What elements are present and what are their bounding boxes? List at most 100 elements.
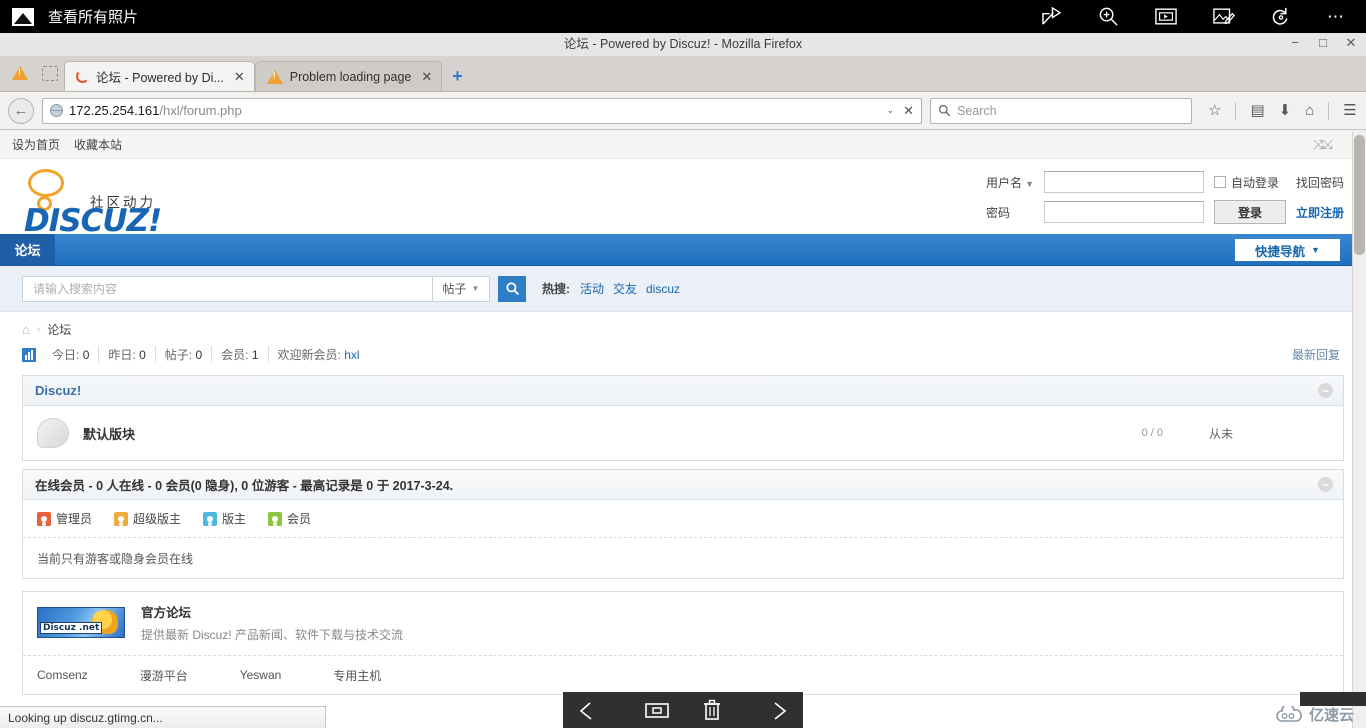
chevron-down-icon[interactable]: ▼ bbox=[1025, 179, 1034, 189]
previous-photo-button[interactable] bbox=[579, 700, 613, 720]
browser-search-input[interactable]: Search bbox=[930, 97, 1192, 124]
quick-navigation-button[interactable]: 快捷导航 ▼ bbox=[1235, 239, 1340, 261]
hot-search-label: 热搜: bbox=[542, 282, 570, 296]
latest-reply-link[interactable]: 最新回复 bbox=[1292, 346, 1340, 363]
promo-text: 官方论坛 提供最新 Discuz! 产品新闻、软件下载与技术交流 bbox=[141, 602, 403, 643]
site-search-row: 请输入搜索内容 帖子 ▼ 热搜: 活动 交友 discuz bbox=[0, 266, 1366, 312]
nav-tab-forum[interactable]: 论坛 bbox=[0, 234, 55, 265]
browser-status-bar: Looking up discuz.gtimg.cn... bbox=[0, 706, 326, 728]
online-title: 在线会员 - 0 人在线 - 0 会员(0 隐身), 0 位游客 - 最高记录是… bbox=[35, 479, 454, 493]
footer-link-comsenz[interactable]: Comsenz bbox=[37, 668, 88, 682]
stop-icon[interactable]: ✕ bbox=[900, 103, 917, 119]
legend-label: 管理员 bbox=[56, 512, 93, 526]
discuz-net-banner-icon: Discuz .net bbox=[37, 607, 125, 638]
next-photo-button[interactable] bbox=[753, 700, 787, 720]
close-icon[interactable]: ✕ bbox=[418, 69, 432, 85]
hot-link-jiaoyou[interactable]: 交友 bbox=[613, 280, 637, 297]
site-search-button[interactable] bbox=[498, 275, 526, 302]
tab-discuz[interactable]: 论坛 - Powered by Di... ✕ bbox=[64, 61, 255, 91]
close-window-button[interactable]: ✕ bbox=[1344, 36, 1358, 49]
window-title: 论坛 - Powered by Discuz! - Mozilla Firefo… bbox=[563, 36, 803, 51]
forum-board-row[interactable]: 默认版块 0 / 0 从未 bbox=[23, 406, 1343, 460]
search-type-select[interactable]: 帖子 ▼ bbox=[432, 275, 490, 302]
new-member-link[interactable]: hxl bbox=[344, 348, 359, 362]
zoom-in-icon[interactable] bbox=[1098, 6, 1119, 27]
chevron-down-icon: ▼ bbox=[471, 284, 480, 293]
home-icon[interactable]: ⌂ bbox=[22, 322, 30, 337]
tab-problem-loading[interactable]: Problem loading page ✕ bbox=[254, 61, 443, 91]
login-button[interactable]: 登录 bbox=[1213, 200, 1286, 224]
share-icon[interactable] bbox=[1041, 7, 1062, 26]
minimize-button[interactable]: − bbox=[1288, 36, 1302, 49]
rotate-icon[interactable] bbox=[1271, 6, 1291, 27]
page-scrollbar[interactable] bbox=[1352, 131, 1366, 728]
site-search-input[interactable]: 请输入搜索内容 bbox=[22, 275, 432, 302]
admin-badge-icon bbox=[37, 511, 51, 526]
reading-list-icon[interactable]: ▤ bbox=[1250, 103, 1264, 118]
delete-photo-button[interactable] bbox=[702, 699, 722, 721]
tab-strip: 论坛 - Powered by Di... ✕ Problem loading … bbox=[0, 56, 1366, 92]
stat-today: 今日: 0 bbox=[43, 346, 100, 363]
more-options-icon[interactable]: ⋯ bbox=[1327, 8, 1344, 25]
register-link[interactable]: 立即注册 bbox=[1296, 204, 1344, 221]
scrollbar-thumb[interactable] bbox=[1354, 135, 1365, 255]
watermark: 亿速云 bbox=[1274, 704, 1354, 725]
moderator-badge-icon bbox=[203, 511, 218, 526]
footer-link-hosting[interactable]: 专用主机 bbox=[333, 667, 381, 684]
chevron-down-icon[interactable]: ⌄ bbox=[887, 105, 895, 116]
stat-yesterday: 昨日: 0 bbox=[99, 346, 156, 363]
autologin-checkbox[interactable] bbox=[1213, 176, 1226, 188]
home-icon[interactable]: ⌂ bbox=[1305, 103, 1314, 118]
site-navbar: 论坛 快捷导航 ▼ bbox=[0, 234, 1366, 266]
screen: 论坛 - Powered by Discuz! - Mozilla Firefo… bbox=[0, 0, 1366, 728]
username-input[interactable] bbox=[1043, 171, 1204, 193]
bookmark-star-icon[interactable]: ☆ bbox=[1208, 103, 1221, 118]
maximize-button[interactable]: □ bbox=[1316, 36, 1330, 49]
slideshow-icon[interactable] bbox=[1155, 8, 1177, 25]
browser-toolbar: ← 172.25.254.161/hxl/forum.php ⌄ ✕ Searc… bbox=[0, 92, 1366, 130]
breadcrumb: ⌂ › 论坛 bbox=[0, 316, 1366, 342]
edit-image-icon[interactable] bbox=[1213, 7, 1235, 26]
search-icon bbox=[938, 104, 951, 117]
category-title: Discuz! bbox=[35, 383, 82, 398]
bookmark-site-link[interactable]: 收藏本站 bbox=[74, 136, 122, 153]
find-password-link[interactable]: 找回密码 bbox=[1296, 174, 1344, 191]
stat-new-member: 欢迎新会员: hxl bbox=[277, 348, 360, 362]
quicknav-label: 快捷导航 bbox=[1255, 244, 1306, 259]
set-homepage-link[interactable]: 设为首页 bbox=[12, 136, 60, 153]
login-form: 用户名 ▼ 自动登录 找回密码 密码 登录 立即注册 bbox=[986, 171, 1344, 224]
discuz-logo[interactable]: 社区动力 DISCUZ! bbox=[18, 169, 318, 239]
close-icon[interactable]: ✕ bbox=[231, 69, 245, 85]
downloads-icon[interactable]: ⬇ bbox=[1279, 103, 1292, 118]
promo-title[interactable]: 官方论坛 bbox=[141, 602, 403, 621]
toolbar-divider bbox=[1328, 101, 1330, 120]
legend-moderator: 版主 bbox=[203, 510, 246, 527]
menu-icon[interactable]: ☰ bbox=[1343, 103, 1356, 118]
url-bar[interactable]: 172.25.254.161/hxl/forum.php ⌄ ✕ bbox=[42, 97, 922, 124]
back-button[interactable]: ← bbox=[8, 97, 34, 124]
url-domain: 172.25.254.161 bbox=[69, 103, 160, 118]
toolbar-icons: ☆ ▤ ⬇ ⌂ ☰ bbox=[1208, 101, 1357, 120]
forum-board-name[interactable]: 默认版块 bbox=[83, 424, 135, 443]
new-tab-button[interactable]: + bbox=[442, 61, 473, 91]
legend-label: 会员 bbox=[287, 512, 312, 526]
collapse-icon[interactable]: ⤨⤩ bbox=[1313, 137, 1333, 153]
username-label: 用户名 ▼ bbox=[986, 175, 1034, 190]
warning-icon bbox=[266, 69, 283, 84]
password-input[interactable] bbox=[1043, 201, 1204, 223]
hot-link-discuz[interactable]: discuz bbox=[646, 282, 680, 296]
loading-spinner-icon bbox=[76, 70, 89, 83]
autologin-row[interactable]: 自动登录 bbox=[1213, 174, 1286, 191]
footer-link-manyou[interactable]: 漫游平台 bbox=[140, 667, 188, 684]
photo-viewer-bottombar bbox=[563, 692, 803, 728]
tabstrip-left-icons bbox=[0, 55, 64, 91]
promo-row[interactable]: Discuz .net 官方论坛 提供最新 Discuz! 产品新闻、软件下载与… bbox=[23, 592, 1343, 656]
hot-link-huodong[interactable]: 活动 bbox=[580, 280, 604, 297]
legend-label: 超级版主 bbox=[133, 512, 182, 526]
filmstrip-button[interactable] bbox=[644, 700, 670, 720]
footer-link-yeswan[interactable]: Yeswan bbox=[240, 668, 282, 682]
globe-icon bbox=[50, 104, 63, 117]
collapse-icon[interactable]: − bbox=[1318, 383, 1333, 398]
collapse-icon[interactable]: − bbox=[1318, 477, 1333, 492]
topbar-right: ⤨⤩ bbox=[1313, 137, 1354, 153]
